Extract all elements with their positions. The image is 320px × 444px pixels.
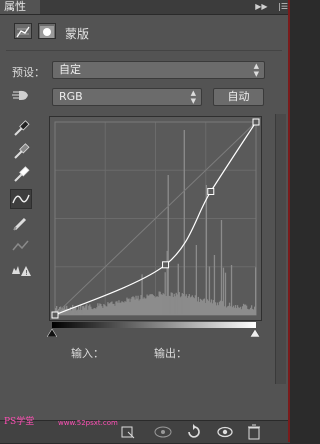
white-slider-handle[interactable]	[250, 322, 260, 341]
input-label: 输入：	[71, 345, 104, 361]
watermark-logo: PS学堂	[4, 414, 34, 427]
gray-point-eyedropper-icon[interactable]	[10, 141, 32, 161]
histogram-bar	[255, 267, 256, 315]
curve-control-point	[163, 262, 169, 268]
tab-properties[interactable]: 属性	[0, 0, 40, 14]
scrollbar[interactable]	[275, 114, 286, 384]
panel-menu-icon[interactable]: |☰	[278, 0, 288, 14]
histogram-bar	[184, 130, 185, 315]
black-point-eyedropper-icon[interactable]	[10, 118, 32, 138]
collapse-icon[interactable]: ▶▶	[255, 0, 267, 14]
clipping-warning-icon[interactable]: !	[10, 260, 32, 280]
channel-value: RGB	[59, 90, 83, 103]
input-gradient-bar	[52, 322, 256, 328]
pencil-draw-icon[interactable]	[10, 213, 32, 233]
white-point-eyedropper-icon[interactable]	[10, 164, 32, 184]
curve-control-point	[52, 312, 58, 318]
black-slider-handle[interactable]	[47, 322, 57, 341]
chevron-updown-icon: ▲ ▼	[191, 89, 196, 105]
svg-text:!: !	[25, 269, 28, 277]
panel-titlebar: 属性 ▶▶ |☰	[0, 0, 290, 15]
header-label: 蒙版	[65, 25, 89, 42]
chevron-updown-icon: ▲ ▼	[254, 62, 259, 78]
preset-value: 自定	[59, 63, 81, 76]
watermark-url: www.52psxt.com	[58, 419, 118, 427]
divider	[6, 50, 282, 51]
target-adjust-hand-icon[interactable]	[10, 86, 32, 106]
curve-control-point	[253, 119, 259, 125]
curve-edit-icon[interactable]	[10, 189, 32, 209]
clip-to-layer-icon[interactable]	[120, 424, 136, 440]
preset-select[interactable]: 自定 ▲ ▼	[52, 61, 265, 79]
panel-header: 蒙版	[0, 20, 290, 46]
titlebar-controls: ▶▶ |☰	[247, 0, 288, 14]
auto-button[interactable]: 自动	[213, 88, 264, 106]
view-previous-icon[interactable]	[153, 424, 169, 440]
histogram-bar	[221, 220, 222, 315]
histogram-bar	[206, 185, 207, 315]
output-label: 输出：	[154, 345, 187, 361]
delete-trash-icon[interactable]	[246, 424, 262, 440]
visibility-eye-icon[interactable]	[216, 424, 232, 440]
channel-select[interactable]: RGB ▲ ▼	[52, 88, 202, 106]
properties-panel: 属性 ▶▶ |☰ 蒙版 预设： 自定 ▲ ▼ RGB ▲ ▼ 自动 ! 输入： …	[0, 0, 290, 442]
curves-graph[interactable]	[49, 116, 262, 321]
histogram-bar	[168, 175, 169, 315]
smooth-icon[interactable]	[10, 236, 32, 256]
mask-icon[interactable]	[38, 23, 56, 39]
right-edge-border	[288, 0, 290, 442]
curve-control-point	[208, 188, 214, 194]
reset-icon[interactable]	[185, 424, 201, 440]
panel-footer	[0, 420, 290, 443]
preset-label: 预设：	[12, 64, 45, 80]
curves-adjust-icon[interactable]	[14, 23, 32, 39]
